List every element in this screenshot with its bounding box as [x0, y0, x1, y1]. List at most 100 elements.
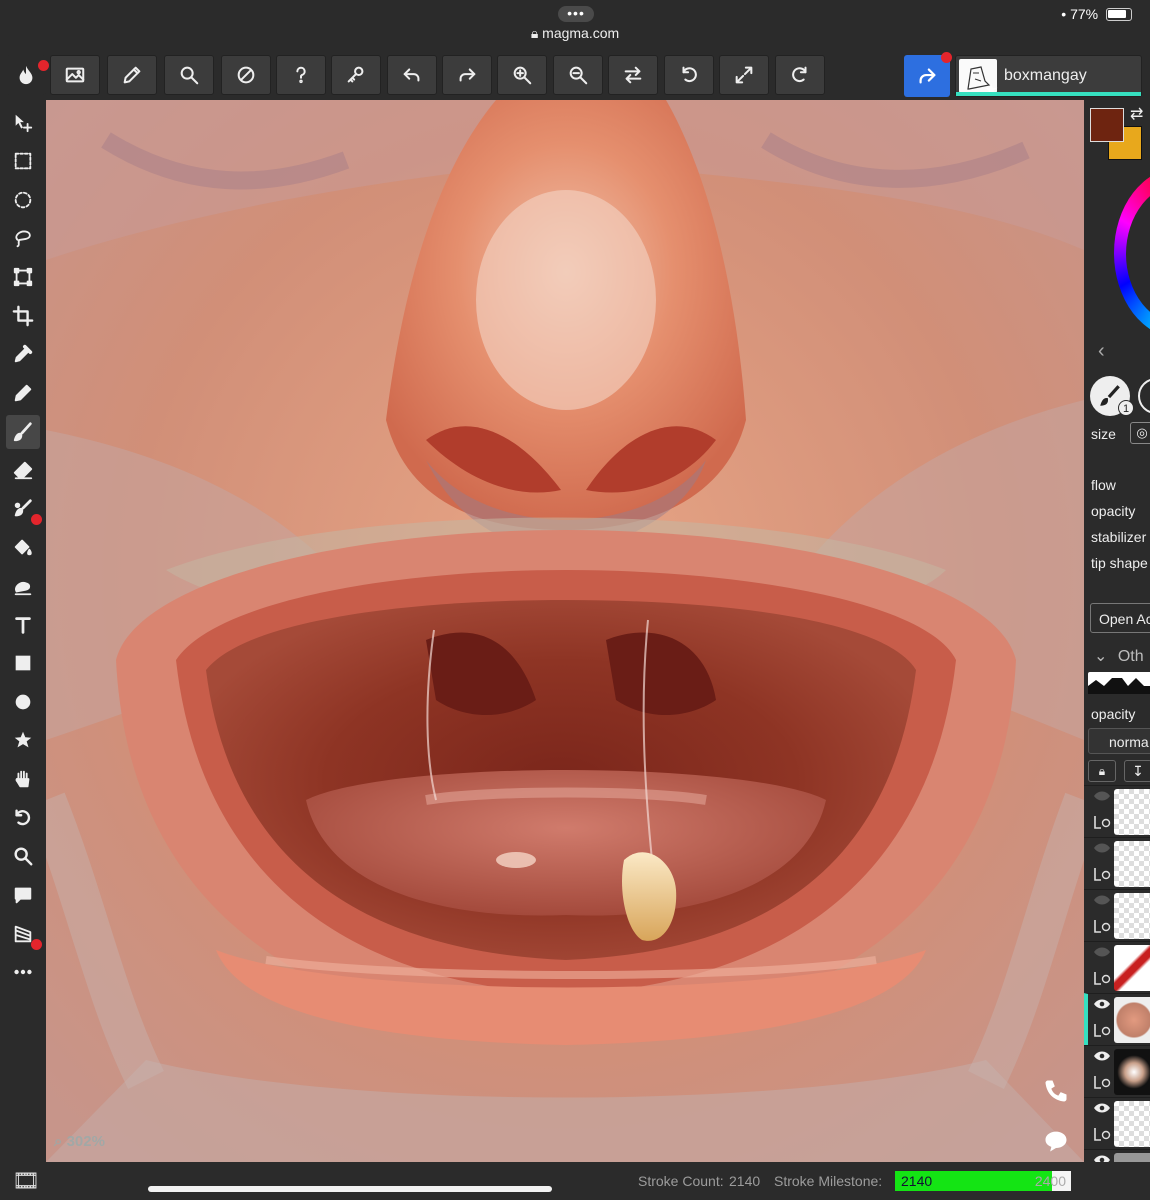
- rect-select-tool[interactable]: [6, 144, 40, 178]
- stroke-count-value: 2140: [729, 1173, 761, 1189]
- move-tool[interactable]: [6, 106, 40, 140]
- pressure-toggle[interactable]: ◎: [1130, 422, 1150, 444]
- fill-tool[interactable]: [6, 530, 40, 564]
- call-button[interactable]: [1042, 1077, 1070, 1110]
- hand-icon: [15, 770, 30, 788]
- share-button[interactable]: [904, 52, 952, 97]
- pencil-button[interactable]: [107, 55, 157, 95]
- lock-icon: 🔒︎: [530, 25, 539, 41]
- section-preview[interactable]: [1088, 672, 1150, 694]
- rectangle-tool[interactable]: [6, 646, 40, 680]
- brush-preset-2[interactable]: [1138, 378, 1150, 414]
- open-button[interactable]: Open Ac: [1090, 603, 1150, 633]
- more-tools[interactable]: [6, 955, 40, 989]
- smudge-tool[interactable]: [6, 492, 42, 526]
- transform-tool[interactable]: [6, 260, 40, 294]
- layer-row[interactable]: [1084, 1045, 1150, 1097]
- select-paint-tool[interactable]: [6, 569, 40, 603]
- undo-button[interactable]: [387, 55, 437, 95]
- layer-row[interactable]: [1084, 837, 1150, 889]
- rectangle-icon: [15, 655, 31, 671]
- star-icon: [14, 731, 32, 748]
- film-icon[interactable]: 🎞︎: [12, 1168, 40, 1194]
- eraser-icon: [13, 461, 33, 480]
- chat-button[interactable]: [1042, 1127, 1070, 1160]
- primary-color-swatch[interactable]: [1090, 108, 1124, 142]
- zoom-value: 302%: [66, 1133, 105, 1150]
- image-button[interactable]: [50, 55, 100, 95]
- layer-row[interactable]: [1084, 941, 1150, 993]
- fullscreen-button[interactable]: [719, 55, 769, 95]
- link-icon: [1094, 1128, 1111, 1141]
- ellipse-icon: [15, 694, 31, 710]
- username: boxmangay: [1004, 67, 1087, 84]
- ellipse-tool[interactable]: [6, 685, 40, 719]
- text-tool[interactable]: [6, 608, 40, 642]
- more-dots[interactable]: •••: [558, 6, 594, 22]
- battery-percent: 77%: [1070, 6, 1099, 22]
- stroke-milestone-label: Stroke Milestone:: [774, 1173, 883, 1189]
- magma-logo-icon[interactable]: [6, 55, 49, 95]
- eye-icon: [1094, 1103, 1110, 1113]
- key-button[interactable]: [331, 55, 381, 95]
- browser-status-bar: ••• 🔒︎ magma.com • 77%: [0, 0, 1150, 50]
- search-button[interactable]: [164, 55, 214, 95]
- zoom-tool[interactable]: [6, 839, 40, 873]
- swap-icon: [624, 66, 642, 84]
- comment-icon: [14, 887, 32, 904]
- eye-icon: [1094, 947, 1110, 957]
- url-text: magma.com: [542, 25, 620, 41]
- layer-thumbnail: [1114, 789, 1150, 835]
- crop-tool[interactable]: [6, 299, 40, 333]
- lasso-tool[interactable]: [6, 221, 40, 255]
- key-icon: [347, 66, 364, 83]
- eye-icon: [1094, 999, 1110, 1009]
- swap-button[interactable]: [608, 55, 658, 95]
- layer-row[interactable]: [1084, 785, 1150, 837]
- rotate-left-button[interactable]: [664, 55, 714, 95]
- layer-thumbnail: [1114, 945, 1150, 991]
- merge-down-button[interactable]: ↧: [1124, 760, 1150, 782]
- blend-mode-select[interactable]: norma: [1088, 728, 1150, 754]
- link-icon: [1094, 868, 1111, 881]
- help-button[interactable]: [276, 55, 326, 95]
- stroke-count-label: Stroke Count:: [638, 1173, 724, 1189]
- comment-tool[interactable]: [6, 878, 40, 912]
- user-chip[interactable]: ★ boxmangay: [955, 55, 1142, 99]
- eraser-tool[interactable]: [6, 453, 40, 487]
- link-icon: [1094, 972, 1111, 985]
- eye-icon: [1094, 895, 1110, 905]
- layer-row-active[interactable]: [1084, 993, 1150, 1045]
- brush-preset[interactable]: 1: [1090, 376, 1134, 416]
- eyedropper-tool[interactable]: [6, 337, 40, 371]
- zoom-out-button[interactable]: [553, 55, 603, 95]
- gradient-tool[interactable]: [6, 917, 42, 951]
- url-bar[interactable]: 🔒︎ magma.com: [0, 25, 1150, 42]
- brush-badge: 1: [1118, 400, 1134, 416]
- layer-row[interactable]: [1084, 889, 1150, 941]
- brush-tool[interactable]: [6, 415, 40, 449]
- layer-row[interactable]: [1084, 1097, 1150, 1149]
- link-icon: [1094, 920, 1111, 933]
- lock-layer-button[interactable]: 🔒︎: [1088, 760, 1116, 782]
- flow-label: flow: [1091, 477, 1116, 493]
- zoom-in-icon: [513, 66, 532, 85]
- swap-colors-icon[interactable]: ⇄: [1130, 104, 1143, 124]
- rotate-right-button[interactable]: [775, 55, 825, 95]
- fullscreen-icon: [735, 66, 753, 84]
- lasso-icon: [15, 230, 31, 248]
- link-icon: [1094, 1076, 1111, 1089]
- drawing-canvas[interactable]: [46, 100, 1084, 1162]
- ellipse-select-tool[interactable]: [6, 183, 40, 217]
- zoom-in-button[interactable]: [497, 55, 547, 95]
- chevron-left-icon[interactable]: ‹: [1098, 340, 1105, 363]
- hand-tool[interactable]: [6, 762, 40, 796]
- redo-button[interactable]: [442, 55, 492, 95]
- layer-thumbnail: [1114, 1049, 1150, 1095]
- contrast-button[interactable]: [221, 55, 271, 95]
- fill-icon: [14, 539, 32, 556]
- star-tool[interactable]: [6, 723, 40, 757]
- rotate-tool[interactable]: [6, 801, 40, 835]
- pencil-tool[interactable]: [6, 376, 40, 410]
- section-header[interactable]: ⌄ Oth: [1094, 646, 1144, 666]
